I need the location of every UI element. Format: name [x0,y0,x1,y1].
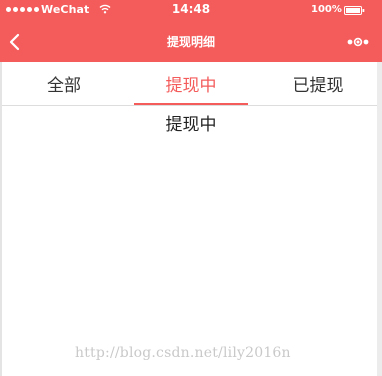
watermark: http://blog.csdn.net/lily2016n [75,345,291,361]
tab-completed[interactable]: 已提现 [254,62,376,105]
battery-icon [344,6,365,15]
header: WeChat 14:48 100% 提现明细 [0,0,382,62]
status-bar: WeChat 14:48 100% [0,0,382,22]
battery-percent: 100% [311,4,342,15]
nav-bar: 提现明细 [0,22,382,62]
tab-bar: 全部 提现中 已提现 [2,62,377,106]
tab-pending[interactable]: 提现中 [134,62,248,105]
page-title: 提现明细 [166,35,215,49]
content-label: 提现中 [165,115,217,135]
tab-all[interactable]: 全部 [2,62,126,105]
app-page: WeChat 14:48 100% 提现明细 全部 提现中 已提现 提现中 ht… [0,0,382,376]
active-tab-indicator [134,103,248,105]
more-icon[interactable] [346,36,370,48]
